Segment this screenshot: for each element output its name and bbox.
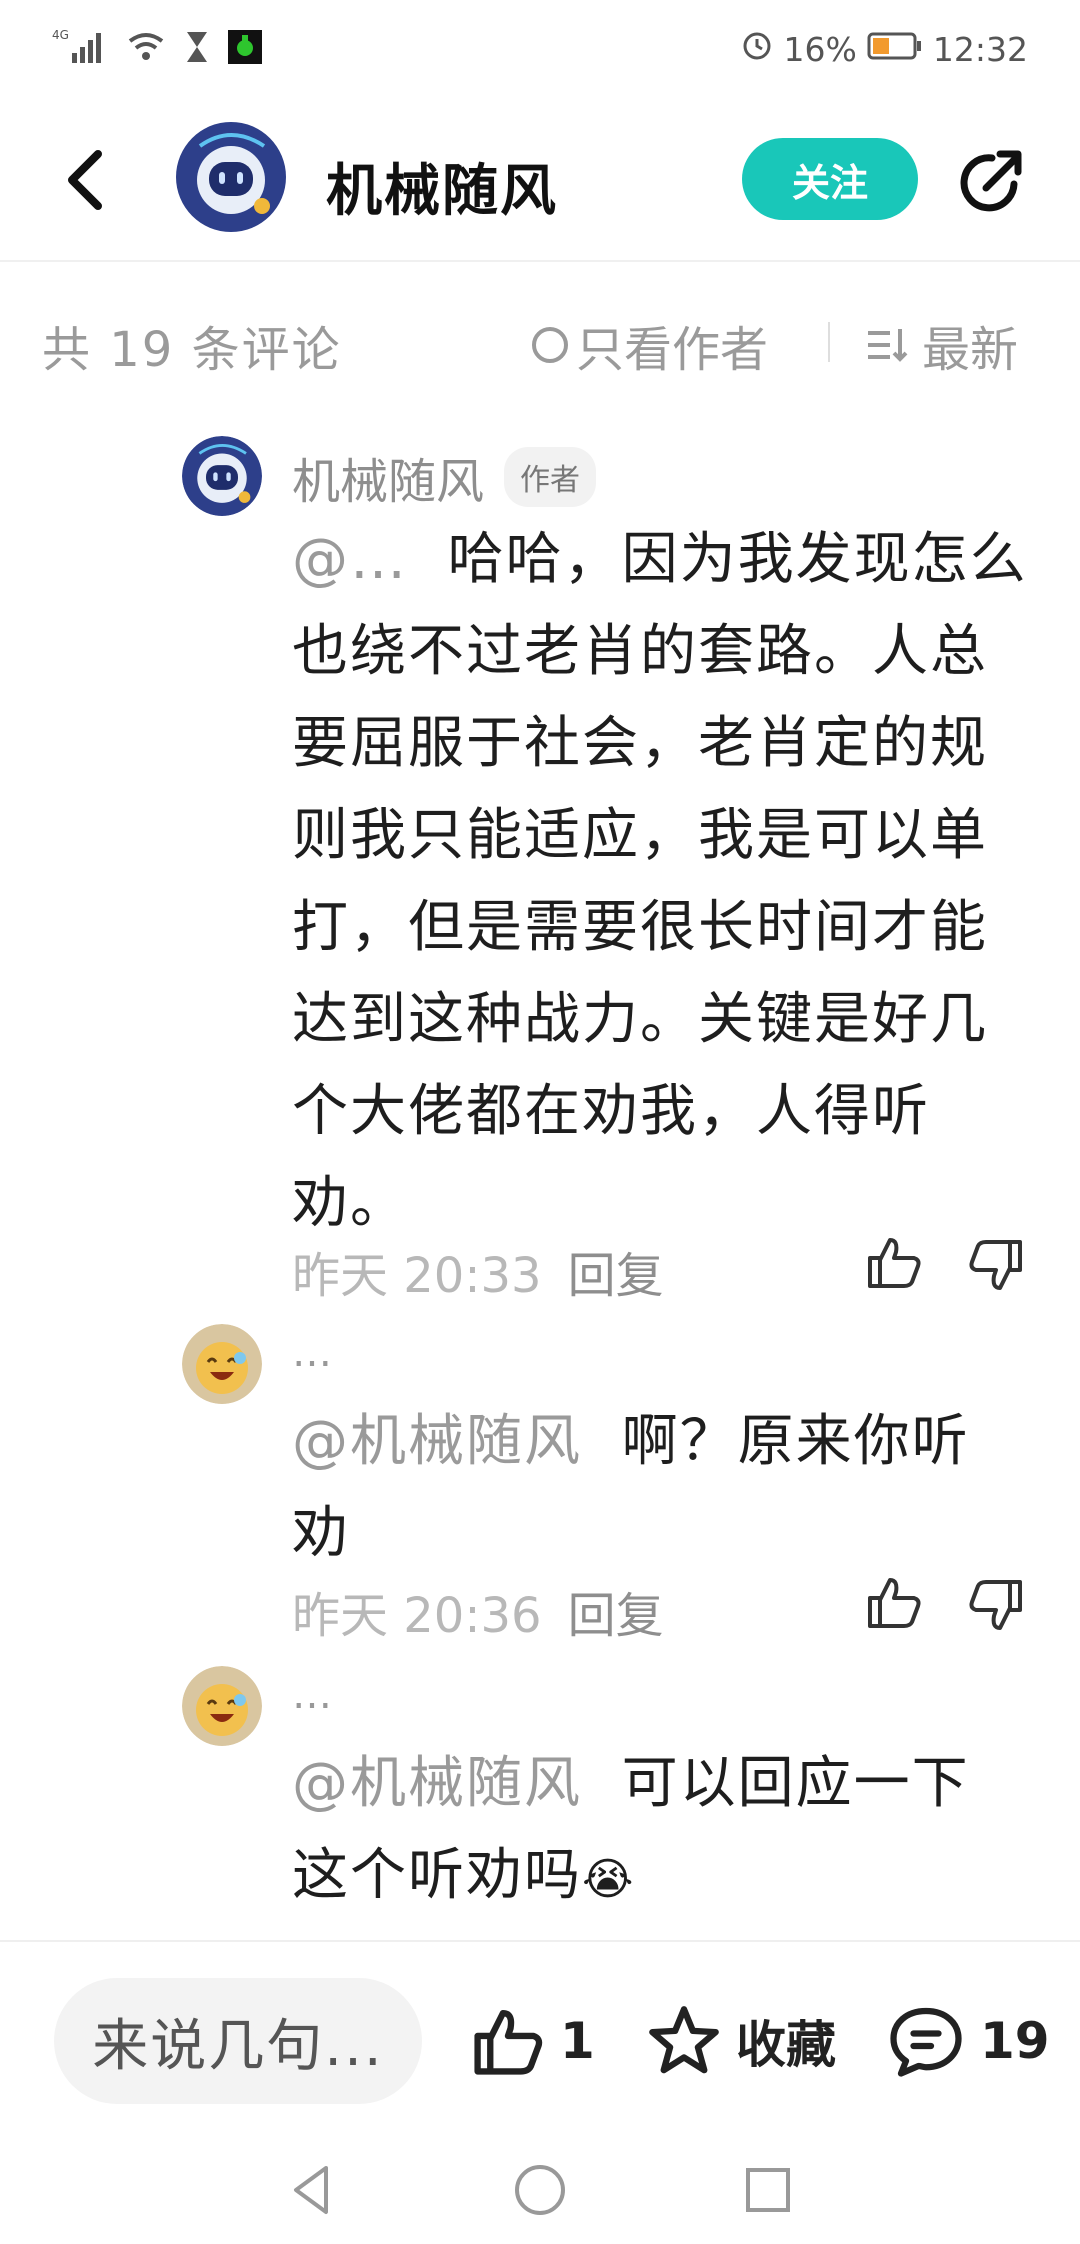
- comments-button[interactable]: 19: [886, 1996, 1050, 2086]
- battery-icon: [867, 30, 923, 69]
- sort-label: 最新: [922, 322, 1019, 378]
- app-notification-icon: [228, 30, 262, 68]
- divider: [828, 322, 830, 362]
- comment-line: 则我只能适应，我是可以单: [292, 803, 988, 868]
- sort-toggle[interactable]: 最新: [868, 310, 1018, 380]
- circle-home-icon: [515, 2165, 565, 2215]
- system-nav-bar: [0, 2140, 1080, 2244]
- radio-icon: [532, 327, 568, 363]
- avatar[interactable]: [176, 122, 286, 232]
- comment-author-name[interactable]: 机械随风: [292, 442, 484, 512]
- thumbs-up-icon: [474, 2009, 543, 2075]
- page-title: 机械随风: [326, 159, 558, 224]
- author-only-toggle[interactable]: 只看作者: [532, 310, 768, 380]
- like-count: 1: [560, 2012, 595, 2070]
- nav-recents-button[interactable]: [738, 2160, 798, 2220]
- bottom-action-bar: 来说几句... 1 收藏 19: [0, 1940, 1080, 2112]
- author-only-label: 只看作者: [576, 322, 769, 378]
- sort-icon: [868, 329, 908, 362]
- comment-author-name[interactable]: …: [292, 1330, 332, 1376]
- comment-line: 达到这种战力。关键是好几: [292, 987, 988, 1052]
- dislike-button[interactable]: [966, 1236, 1026, 1296]
- svg-text:4G: 4G: [52, 28, 69, 42]
- comment-timestamp: 昨天 20:36: [292, 1588, 542, 1644]
- comment-line: 也绕不过老肖的套路。人总: [292, 619, 988, 684]
- comment-line: 这个听劝吗😭: [292, 1843, 636, 1908]
- comment-line: @机械随风 可以回应一下: [292, 1751, 970, 1816]
- collect-button[interactable]: 收藏: [646, 1996, 836, 2086]
- comment-input[interactable]: 来说几句...: [54, 1978, 422, 2104]
- comment-text: @… 哈哈，因为我发现怎么 也绕不过老肖的套路。人总 要屈服于社会，老肖定的规 …: [292, 514, 1032, 1250]
- comment-count-badge: 19: [980, 2012, 1050, 2070]
- star-icon: [649, 2006, 719, 2074]
- like-button[interactable]: [864, 1232, 924, 1292]
- share-button[interactable]: [956, 148, 1026, 218]
- author-badge: 作者: [504, 447, 597, 507]
- dislike-button[interactable]: [966, 1576, 1026, 1636]
- comment-timestamp: 昨天 20:33: [292, 1248, 542, 1304]
- comment-text: @机械随风 可以回应一下 这个听劝吗😭: [292, 1738, 1032, 1926]
- reply-button[interactable]: 回复: [568, 1576, 664, 1646]
- mention-link[interactable]: @…: [292, 527, 408, 592]
- comment-count: 共 19 条评论: [42, 322, 342, 378]
- hourglass-icon: [184, 29, 210, 69]
- wifi-icon: [126, 29, 166, 69]
- comment-line: 劝: [292, 1501, 350, 1566]
- thumbs-down-icon: [969, 1580, 1022, 1630]
- comment-author-name[interactable]: …: [292, 1672, 332, 1718]
- crying-emoji: 😭: [582, 1854, 636, 1905]
- like-button[interactable]: [864, 1572, 924, 1632]
- comment-bubble-icon: [890, 2007, 962, 2077]
- comment-line: 个大佬都在劝我，人得听: [292, 1079, 930, 1144]
- nav-home-button[interactable]: [510, 2160, 570, 2220]
- nav-back-button[interactable]: [282, 2160, 342, 2220]
- square-recents-icon: [746, 2168, 790, 2212]
- chevron-left-icon: [68, 150, 102, 210]
- avatar[interactable]: [182, 1324, 262, 1404]
- comment-text: @机械随风 啊？原来你听 劝: [292, 1396, 1032, 1580]
- avatar[interactable]: [182, 1666, 262, 1746]
- comment-line: @… 哈哈，因为我发现怎么: [292, 527, 1028, 592]
- thumbs-down-icon: [969, 1240, 1022, 1290]
- thumbs-up-icon: [868, 1578, 921, 1628]
- status-bar: 4G 16% 12:32: [0, 0, 1080, 100]
- comment-line: 打，但是需要很长时间才能: [292, 895, 988, 960]
- back-button[interactable]: [58, 144, 118, 216]
- comment-line: @机械随风 啊？原来你听: [292, 1409, 970, 1474]
- mention-link[interactable]: @机械随风: [292, 1751, 582, 1816]
- signal-icon: 4G: [52, 27, 108, 71]
- reply-button[interactable]: 回复: [568, 1236, 664, 1306]
- like-post-button[interactable]: 1: [470, 1996, 595, 2086]
- mention-link[interactable]: @机械随风: [292, 1409, 582, 1474]
- share-icon: [960, 150, 1022, 212]
- battery-percent: 16%: [783, 29, 857, 69]
- follow-button[interactable]: 关注: [742, 138, 918, 220]
- header: 机械随风 关注: [0, 100, 1080, 262]
- avatar[interactable]: [182, 436, 262, 516]
- comment-filter-bar: 共 19 条评论 只看作者 最新: [0, 300, 1080, 380]
- comment-line: 要屈服于社会，老肖定的规: [292, 711, 988, 776]
- thumbs-up-icon: [868, 1238, 921, 1288]
- alarm-icon: [740, 28, 774, 70]
- clock: 12:32: [932, 29, 1028, 69]
- collect-label: 收藏: [736, 2016, 836, 2074]
- triangle-back-icon: [294, 2166, 328, 2214]
